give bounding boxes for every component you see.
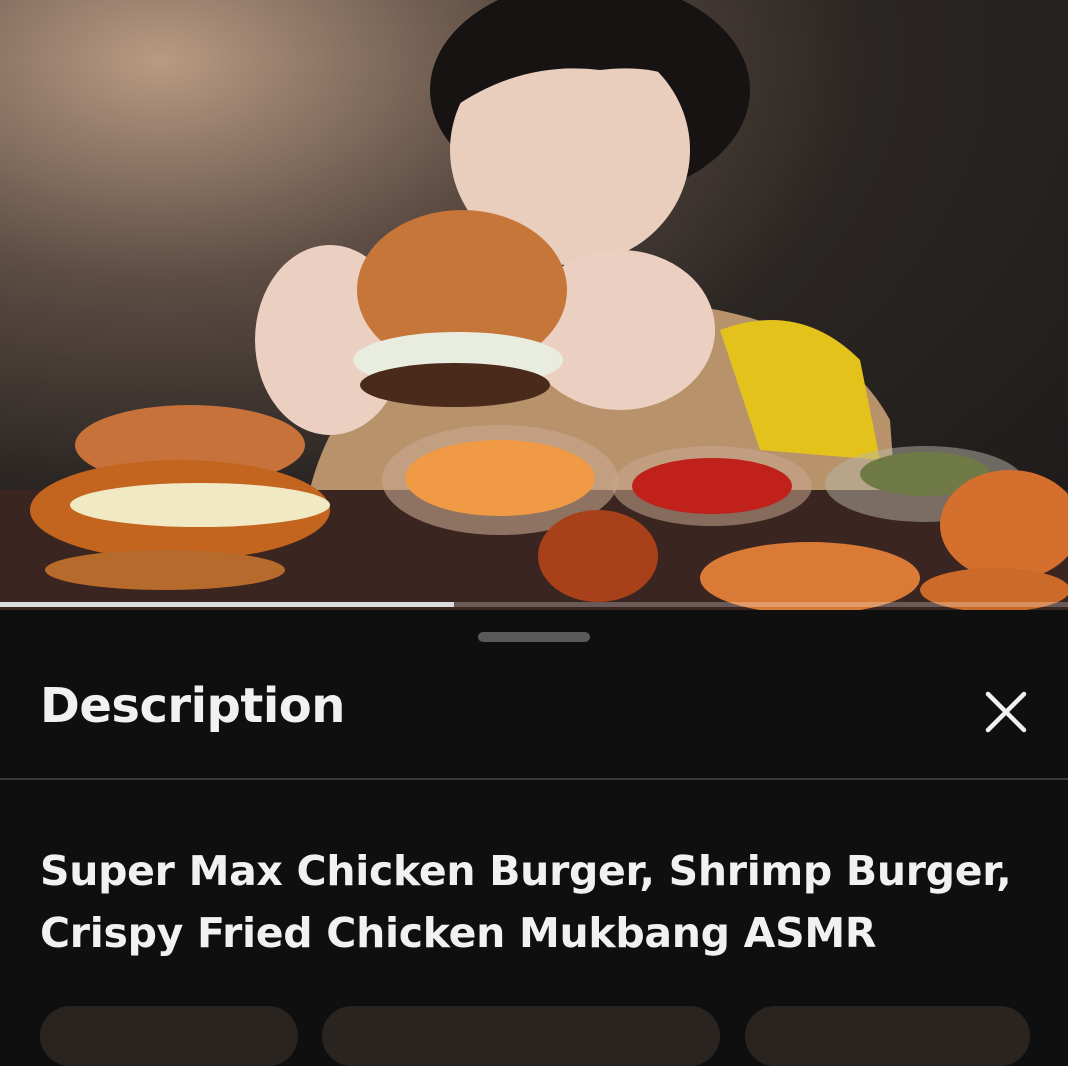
drag-handle[interactable] xyxy=(478,632,590,642)
progress-bar-fill xyxy=(0,602,454,607)
close-icon xyxy=(985,691,1027,733)
video-title: Super Max Chicken Burger, Shrimp Burger,… xyxy=(40,847,1012,957)
description-panel: Description Super Max Chicken Burger, Sh… xyxy=(0,612,1068,1066)
stat-chip[interactable] xyxy=(40,1006,298,1066)
video-player[interactable] xyxy=(0,0,1068,610)
stat-chip[interactable] xyxy=(322,1006,720,1066)
progress-bar[interactable] xyxy=(0,602,1068,607)
close-button[interactable] xyxy=(976,682,1036,742)
divider xyxy=(0,778,1068,780)
video-frame xyxy=(0,0,1068,610)
panel-title: Description xyxy=(40,678,345,734)
stat-chip[interactable] xyxy=(745,1006,1030,1066)
